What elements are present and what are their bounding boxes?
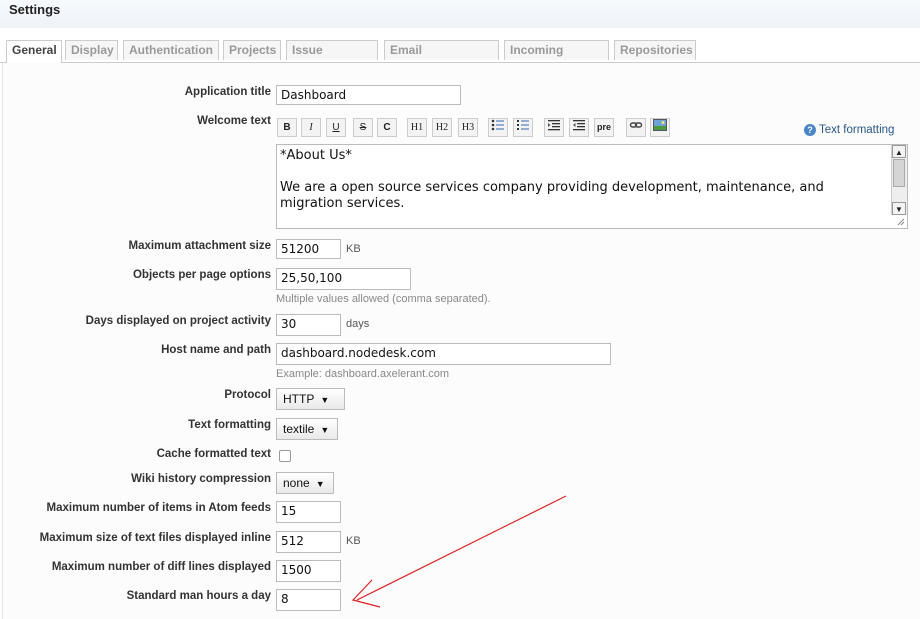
- annotation-arrow-icon: [351, 495, 567, 608]
